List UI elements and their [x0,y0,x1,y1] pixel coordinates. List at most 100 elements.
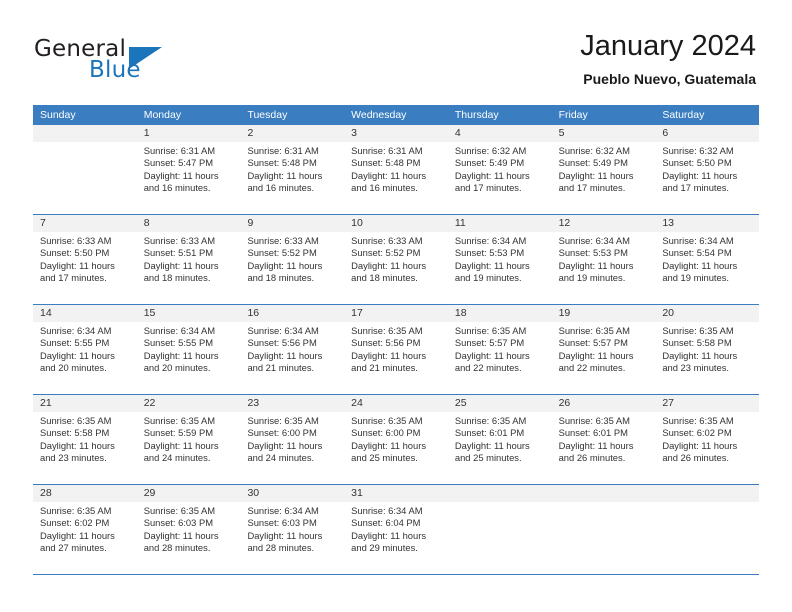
day-detail-line: and 22 minutes. [558,362,626,374]
weekday-header-monday: Monday [143,109,182,121]
day-number[interactable]: 10 [344,215,448,232]
day-detail-line: Sunset: 5:50 PM [40,247,110,259]
day-cell[interactable]: Sunrise: 6:35 AM Sunset: 5:56 PM Daylight:… [344,322,448,394]
day-number[interactable]: 5 [552,125,656,142]
day-cell[interactable]: Sunrise: 6:35 AM Sunset: 6:00 PM Daylight:… [240,412,344,484]
day-number[interactable]: 24 [344,395,448,412]
day-cell[interactable]: Sunrise: 6:35 AM Sunset: 6:03 PM Daylight:… [137,502,241,574]
day-detail-line: and 18 minutes. [351,272,418,284]
day-cell[interactable]: Sunrise: 6:35 AM Sunset: 6:01 PM Daylight:… [448,412,552,484]
day-cell[interactable]: Sunrise: 6:34 AM Sunset: 6:04 PM Daylight:… [344,502,448,574]
day-number[interactable]: 3 [344,125,448,142]
day-detail-line: Daylight: 11 hours [247,349,323,361]
day-number[interactable]: 8 [137,215,241,232]
day-cell[interactable]: Sunrise: 6:34 AM Sunset: 5:53 PM Daylight:… [552,232,656,304]
day-cell[interactable]: Sunrise: 6:34 AM Sunset: 5:54 PM Daylight:… [655,232,759,304]
day-detail-line: Sunset: 5:56 PM [351,337,421,349]
week-date-row: 21 22 23 24 25 26 27 [33,395,759,412]
general-blue-logo[interactable]: General Blue [34,36,214,88]
day-detail-line: Daylight: 11 hours [454,349,530,361]
day-detail-line: Daylight: 11 hours [558,259,634,271]
day-number[interactable]: 31 [344,485,448,502]
week-info-row: Sunrise: 6:31 AM Sunset: 5:47 PM Daylight:… [33,142,759,214]
day-cell[interactable]: Sunrise: 6:33 AM Sunset: 5:52 PM Daylight:… [344,232,448,304]
day-number[interactable]: 28 [33,485,137,502]
day-number[interactable]: 17 [344,305,448,322]
day-number[interactable]: 4 [448,125,552,142]
day-number[interactable]: 25 [448,395,552,412]
day-number[interactable]: 1 [137,125,241,142]
day-cell[interactable]: Sunrise: 6:32 AM Sunset: 5:49 PM Daylight:… [448,142,552,214]
day-number[interactable]: 7 [33,215,137,232]
day-cell[interactable]: Sunrise: 6:35 AM Sunset: 6:00 PM Daylight:… [344,412,448,484]
day-cell[interactable]: Sunrise: 6:31 AM Sunset: 5:48 PM Daylight:… [240,142,344,214]
day-number[interactable]: 26 [552,395,656,412]
day-number[interactable]: 9 [240,215,344,232]
day-cell[interactable]: Sunrise: 6:33 AM Sunset: 5:51 PM Daylight:… [137,232,241,304]
day-cell[interactable]: Sunrise: 6:35 AM Sunset: 6:01 PM Daylight:… [552,412,656,484]
day-number[interactable]: 15 [137,305,241,322]
day-cell[interactable]: Sunrise: 6:35 AM Sunset: 5:57 PM Daylight:… [552,322,656,394]
day-number[interactable]: 14 [33,305,137,322]
day-detail-line: Daylight: 11 hours [558,349,634,361]
day-detail-line: Sunrise: 6:34 AM [558,235,630,246]
day-detail-line: Sunrise: 6:35 AM [454,325,527,336]
day-detail-line: Sunrise: 6:35 AM [558,325,630,336]
day-detail-line: and 20 minutes. [143,362,211,374]
day-number[interactable]: 6 [655,125,759,142]
day-detail-line: Sunrise: 6:35 AM [40,415,112,426]
day-detail-line: Sunrise: 6:35 AM [143,505,216,516]
day-number[interactable]: 18 [448,305,552,322]
day-detail-line: Sunrise: 6:31 AM [143,145,216,156]
day-number[interactable]: 19 [552,305,656,322]
day-cell[interactable]: Sunrise: 6:31 AM Sunset: 5:47 PM Daylight:… [137,142,241,214]
day-number[interactable]: 12 [552,215,656,232]
day-detail-line: and 16 minutes. [351,182,418,194]
day-detail-line: and 17 minutes. [454,182,522,194]
day-detail-line: Daylight: 11 hours [143,529,219,541]
day-number[interactable]: 30 [240,485,344,502]
day-cell-empty [655,502,759,574]
day-number[interactable]: 23 [240,395,344,412]
day-detail-line: and 29 minutes. [351,542,418,554]
day-detail-line: Sunset: 5:58 PM [662,337,732,349]
day-detail-line: and 17 minutes. [558,182,626,194]
day-number[interactable]: 16 [240,305,344,322]
day-cell[interactable]: Sunrise: 6:34 AM Sunset: 6:03 PM Daylight:… [240,502,344,574]
day-cell[interactable]: Sunrise: 6:35 AM Sunset: 6:02 PM Daylight:… [655,412,759,484]
day-number[interactable]: 13 [655,215,759,232]
day-number[interactable]: 20 [655,305,759,322]
day-cell[interactable]: Sunrise: 6:33 AM Sunset: 5:50 PM Daylight:… [33,232,137,304]
day-number[interactable]: 2 [240,125,344,142]
day-number[interactable]: 11 [448,215,552,232]
day-cell[interactable]: Sunrise: 6:35 AM Sunset: 5:59 PM Daylight:… [137,412,241,484]
day-cell[interactable]: Sunrise: 6:35 AM Sunset: 5:58 PM Daylight:… [655,322,759,394]
day-detail-line: and 21 minutes. [351,362,418,374]
day-detail-line: Sunrise: 6:35 AM [351,325,423,336]
day-cell[interactable]: Sunrise: 6:34 AM Sunset: 5:53 PM Daylight:… [448,232,552,304]
day-detail-line: and 22 minutes. [454,362,522,374]
day-cell[interactable]: Sunrise: 6:34 AM Sunset: 5:55 PM Daylight:… [33,322,137,394]
day-cell[interactable]: Sunrise: 6:34 AM Sunset: 5:55 PM Daylight:… [137,322,241,394]
day-cell[interactable]: Sunrise: 6:35 AM Sunset: 5:57 PM Daylight:… [448,322,552,394]
day-number[interactable]: 21 [33,395,137,412]
day-cell[interactable]: Sunrise: 6:32 AM Sunset: 5:49 PM Daylight:… [552,142,656,214]
day-number[interactable]: 22 [137,395,241,412]
day-cell[interactable]: Sunrise: 6:35 AM Sunset: 6:02 PM Daylight:… [33,502,137,574]
day-cell[interactable]: Sunrise: 6:34 AM Sunset: 5:56 PM Daylight:… [240,322,344,394]
day-number[interactable]: 27 [655,395,759,412]
day-cell[interactable]: Sunrise: 6:32 AM Sunset: 5:50 PM Daylight:… [655,142,759,214]
day-detail-line: Sunset: 5:48 PM [247,157,317,169]
day-cell[interactable]: Sunrise: 6:31 AM Sunset: 5:48 PM Daylight:… [344,142,448,214]
day-detail-line: Sunset: 5:58 PM [40,427,110,439]
day-detail-line: and 18 minutes. [247,272,315,284]
day-detail-line: Sunrise: 6:34 AM [247,505,319,516]
day-cell[interactable]: Sunrise: 6:33 AM Sunset: 5:52 PM Daylight:… [240,232,344,304]
day-detail-line: Daylight: 11 hours [662,169,738,181]
day-detail-line: Sunrise: 6:32 AM [662,145,734,156]
day-detail-line: Sunrise: 6:35 AM [247,415,319,426]
day-cell[interactable]: Sunrise: 6:35 AM Sunset: 5:58 PM Daylight:… [33,412,137,484]
day-detail-line: Sunrise: 6:35 AM [143,415,216,426]
day-number-empty [448,485,552,502]
day-number[interactable]: 29 [137,485,241,502]
